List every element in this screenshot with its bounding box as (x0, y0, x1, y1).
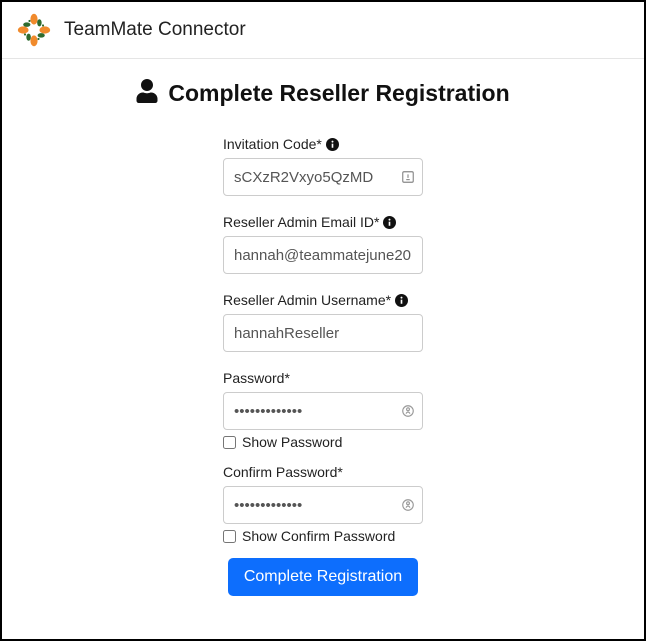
show-password-checkbox[interactable] (223, 436, 236, 449)
show-password-label: Show Password (242, 434, 342, 450)
field-confirm-password: Confirm Password* Show Confirm Password (223, 464, 423, 544)
app-title: TeamMate Connector (64, 19, 246, 41)
page-title: Complete Reseller Registration (168, 80, 509, 107)
registration-form: Invitation Code* Reseller Admin Email ID… (223, 136, 423, 596)
password-manager-icon[interactable] (401, 404, 415, 418)
password-manager-icon[interactable] (401, 498, 415, 512)
username-input[interactable] (223, 314, 423, 352)
confirm-password-input[interactable] (223, 486, 423, 524)
app-logo (16, 12, 52, 48)
field-username: Reseller Admin Username* (223, 292, 423, 352)
password-label: Password* (223, 370, 290, 386)
field-email: Reseller Admin Email ID* (223, 214, 423, 274)
field-invitation-code: Invitation Code* (223, 136, 423, 196)
main: Complete Reseller Registration Invitatio… (2, 59, 644, 596)
field-password: Password* Show Password (223, 370, 423, 450)
show-confirm-password-row[interactable]: Show Confirm Password (223, 528, 423, 544)
complete-registration-button[interactable]: Complete Registration (228, 558, 418, 596)
password-input[interactable] (223, 392, 423, 430)
info-icon[interactable] (383, 216, 396, 229)
info-icon[interactable] (326, 138, 339, 151)
info-icon[interactable] (395, 294, 408, 307)
email-input[interactable] (223, 236, 423, 274)
show-confirm-password-checkbox[interactable] (223, 530, 236, 543)
page-heading: Complete Reseller Registration (136, 79, 509, 108)
user-icon (136, 79, 158, 108)
confirm-password-label: Confirm Password* (223, 464, 343, 480)
username-label: Reseller Admin Username* (223, 292, 391, 308)
header: TeamMate Connector (2, 2, 644, 59)
autofill-icon (401, 170, 415, 184)
show-confirm-password-label: Show Confirm Password (242, 528, 395, 544)
show-password-row[interactable]: Show Password (223, 434, 423, 450)
invitation-code-label: Invitation Code* (223, 136, 322, 152)
email-label: Reseller Admin Email ID* (223, 214, 379, 230)
invitation-code-input[interactable] (223, 158, 423, 196)
